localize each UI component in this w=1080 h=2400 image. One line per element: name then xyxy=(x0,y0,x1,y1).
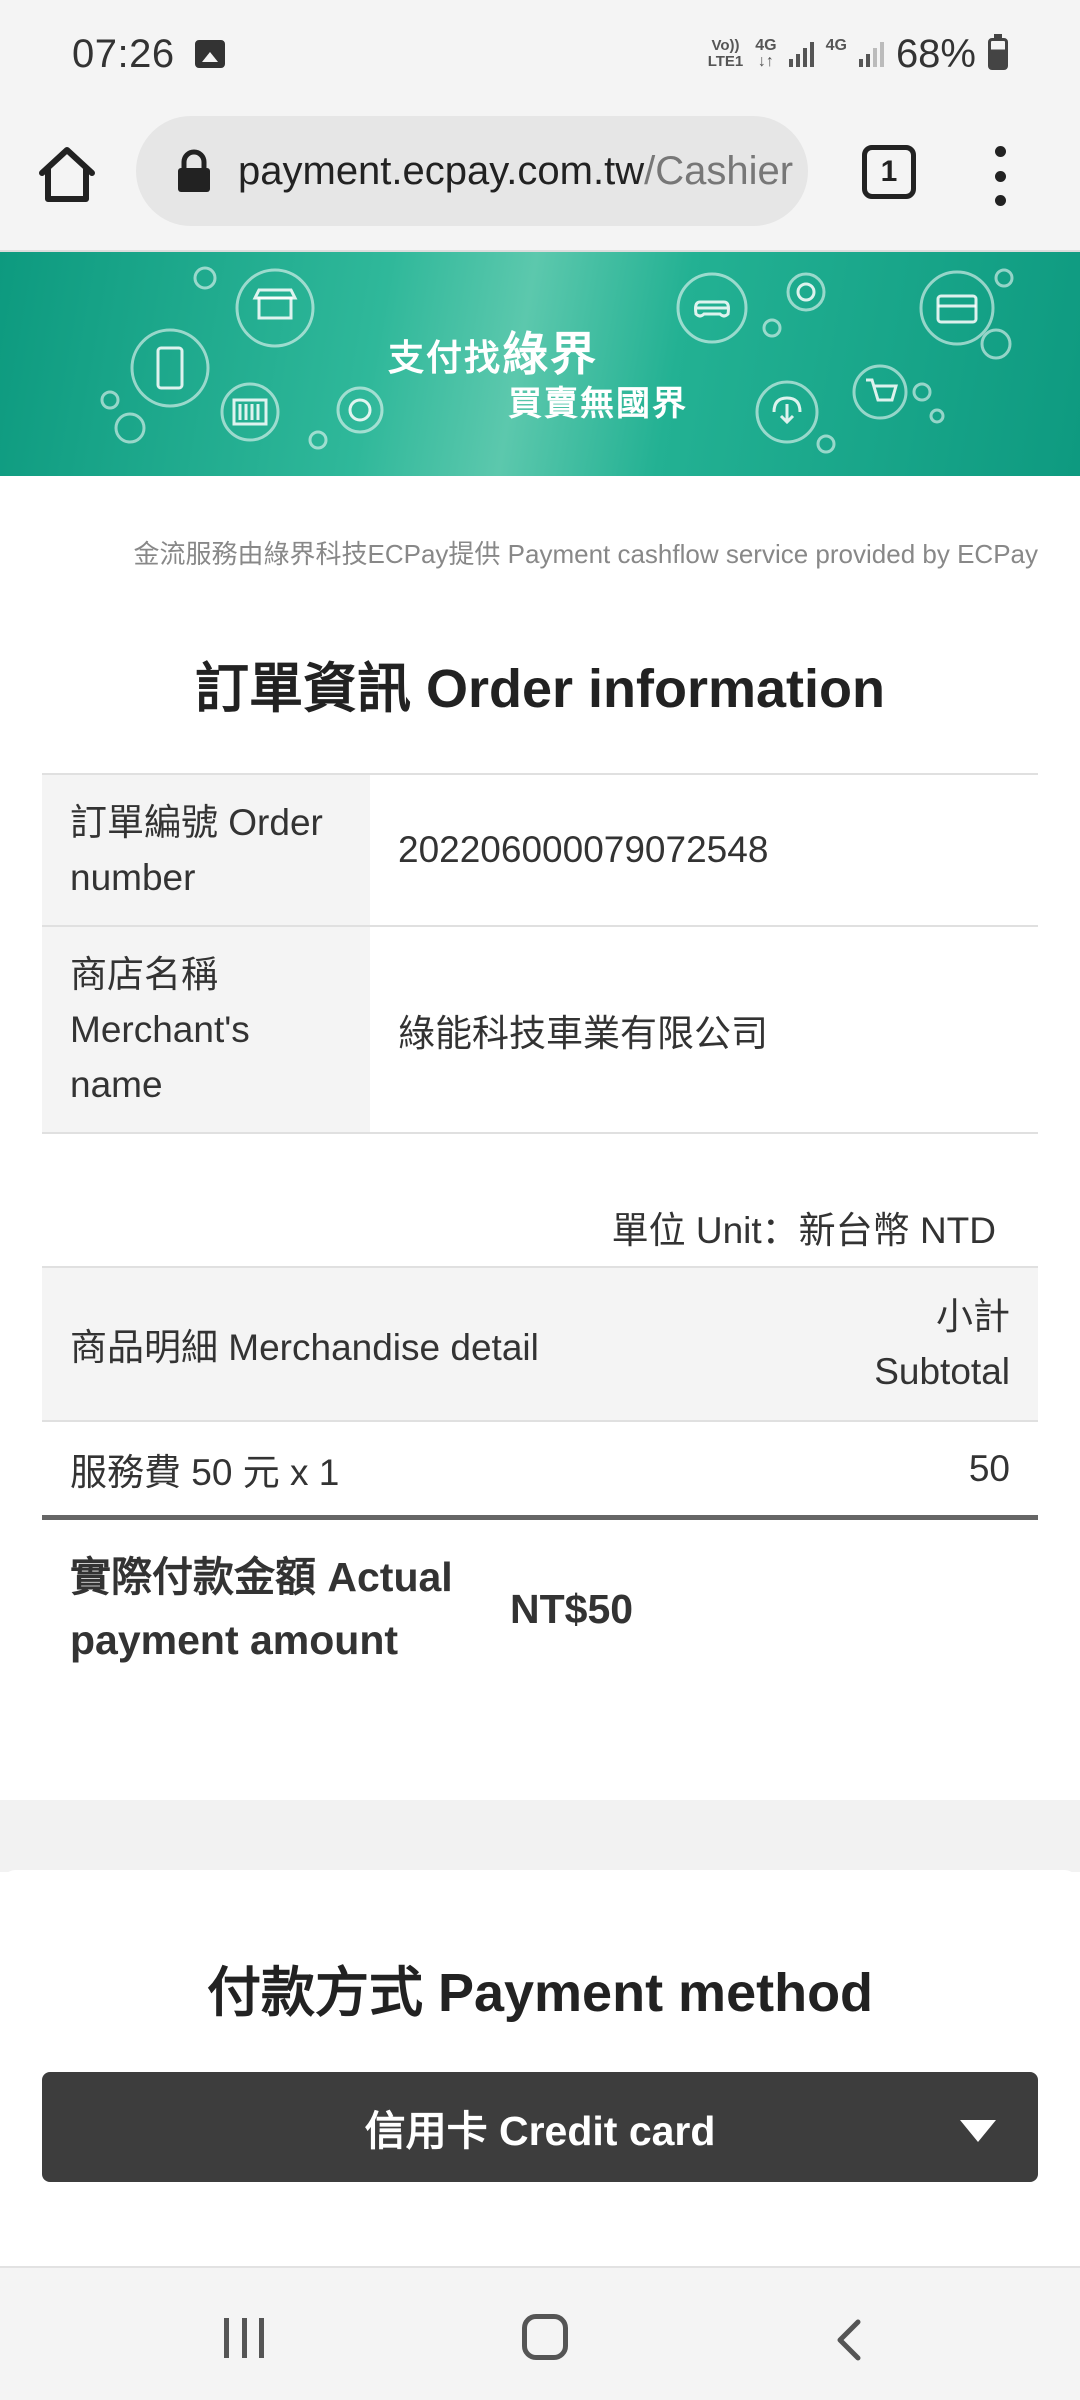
banner-slogan-prefix: 支付找 xyxy=(388,337,503,378)
back-icon[interactable] xyxy=(830,2318,870,2362)
image-notification-icon xyxy=(194,40,225,68)
banner-brand: 綠界 xyxy=(502,328,599,380)
merchandise-detail-header: 商品明細 Merchandise detail xyxy=(70,1327,539,1368)
home-icon[interactable] xyxy=(36,143,98,205)
dropdown-caret-icon xyxy=(960,2120,996,2142)
payment-method-selected: 信用卡 Credit card xyxy=(364,2108,716,2154)
more-options-icon[interactable] xyxy=(988,146,1012,206)
order-number-label: 訂單編號 Order number xyxy=(42,775,370,925)
merchant-name-value: 綠能科技車業有限公司 xyxy=(398,1012,768,1054)
status-bar: 07:26 Vo)) LTE1 4G ↓↑ 4G 68% xyxy=(0,0,1080,108)
lock-icon xyxy=(178,149,210,192)
item-name: 服務費 50 元 x 1 xyxy=(70,1451,340,1493)
status-indicators: Vo)) LTE1 4G ↓↑ 4G 68% xyxy=(708,32,1008,77)
banner-slogan-line1: 支付找綠界 xyxy=(388,318,598,384)
table-header: 商品明細 Merchandise detail 小計 Subtotal xyxy=(42,1268,1038,1422)
volte-indicator: Vo)) LTE1 xyxy=(708,38,744,70)
battery-percentage: 68% xyxy=(895,31,976,76)
data-arrows-icon: ↓↑ xyxy=(757,53,774,70)
merchant-name-label: 商店名稱 Merchant's name xyxy=(42,927,370,1132)
ecpay-banner: 支付找綠界 買賣無國界 xyxy=(0,252,1080,476)
url-text: payment.ecpay.com.tw/Cashier xyxy=(238,149,793,194)
total-row: 實際付款金額 Actual payment amount NT$50 xyxy=(42,1520,1038,1698)
payment-method-select[interactable]: 信用卡 Credit card xyxy=(42,2072,1038,2182)
address-bar[interactable]: payment.ecpay.com.tw/Cashier xyxy=(136,116,808,226)
provider-notice: 金流服務由綠界科技ECPay提供 Payment cashflow servic… xyxy=(133,539,1039,569)
network-4g-indicator: 4G ↓↑ xyxy=(755,38,776,70)
tab-switcher-button[interactable]: 1 xyxy=(862,145,916,199)
url-path: /Cashier xyxy=(644,148,794,193)
order-info-table: 訂單編號 Order number 202206000079072548 商店名… xyxy=(42,773,1038,1134)
url-domain: payment.ecpay.com.tw xyxy=(238,148,645,193)
network-type-1: 4G xyxy=(755,37,777,54)
subtotal-header: 小計 Subtotal xyxy=(874,1296,1010,1392)
table-row: 訂單編號 Order number 202206000079072548 xyxy=(42,775,1038,927)
table-row: 商店名稱 Merchant's name 綠能科技車業有限公司 xyxy=(42,927,1038,1134)
order-info-title: 訂單資訊 Order information xyxy=(194,659,886,719)
volte-top: Vo)) xyxy=(711,37,740,54)
network-4g-indicator-2: 4G xyxy=(826,38,847,70)
status-time: 07:26 xyxy=(72,31,175,76)
system-navigation-bar xyxy=(0,2266,1080,2400)
home-nav-icon[interactable] xyxy=(522,2314,568,2360)
recent-apps-icon[interactable] xyxy=(224,2318,264,2358)
payment-panel: 付款方式 Payment method xyxy=(0,1870,1080,2266)
merchandise-table: 商品明細 Merchandise detail 小計 Subtotal 服務費 … xyxy=(42,1266,1038,1698)
browser-toolbar: payment.ecpay.com.tw/Cashier 1 xyxy=(0,108,1080,252)
section-divider xyxy=(0,1800,1080,1872)
currency-unit-note: 單位 Unit：新台幣 NTD xyxy=(611,1210,996,1251)
total-label: 實際付款金額 Actual payment amount xyxy=(70,1554,453,1663)
signal-strength-icon xyxy=(788,41,814,67)
volte-bottom: LTE1 xyxy=(707,53,744,70)
banner-slogan-line2: 買賣無國界 xyxy=(508,385,688,423)
payment-method-title: 付款方式 Payment method xyxy=(206,1963,874,2023)
battery-icon xyxy=(988,34,1008,70)
item-subtotal: 50 xyxy=(968,1447,1010,1489)
order-number-value: 202206000079072548 xyxy=(398,829,769,870)
total-amount: NT$50 xyxy=(510,1585,634,1632)
table-row: 服務費 50 元 x 1 50 xyxy=(42,1422,1038,1520)
network-type-2: 4G xyxy=(825,37,847,54)
signal-strength-2-icon xyxy=(858,41,884,67)
